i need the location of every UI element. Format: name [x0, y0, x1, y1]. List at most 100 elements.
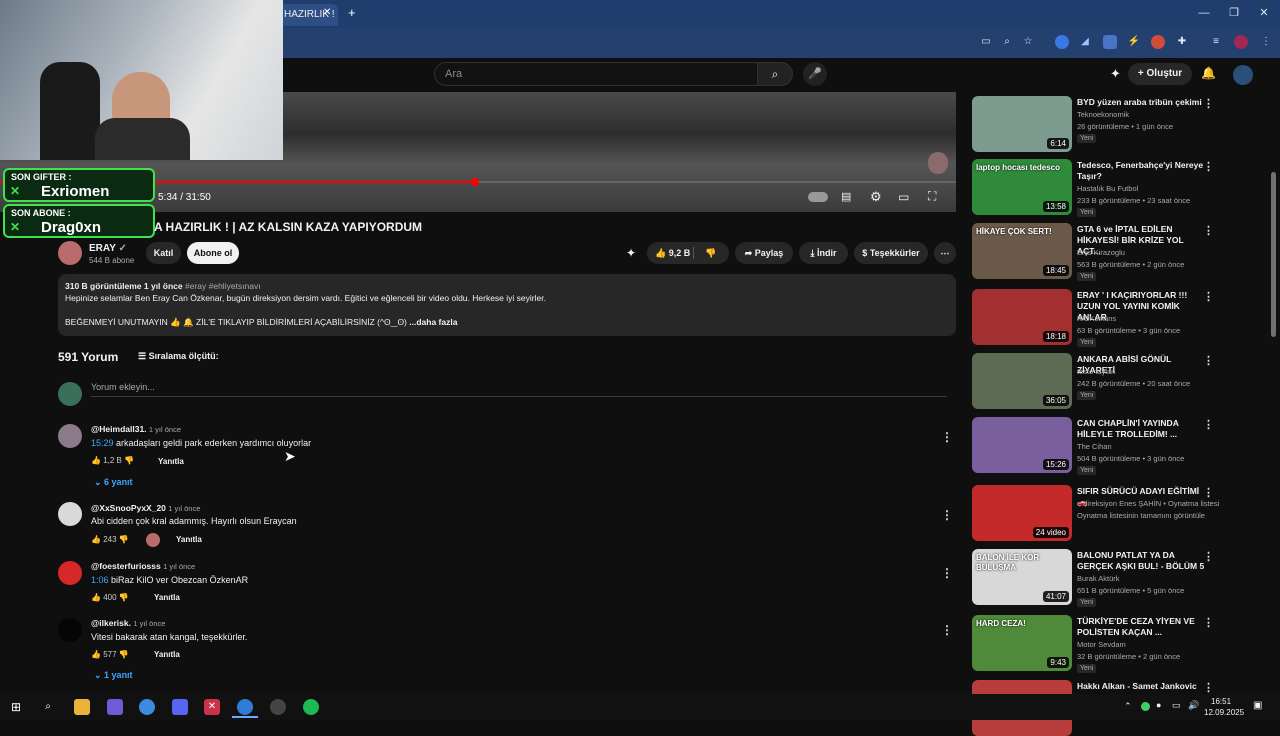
timestamp-link[interactable]: 15:29 — [91, 438, 114, 448]
comment-menu-icon[interactable]: ⋮ — [941, 623, 953, 637]
clock-time[interactable]: 16:51 — [1211, 697, 1231, 706]
related-channel[interactable]: Motor Sevdam — [1077, 640, 1126, 649]
related-thumbnail[interactable]: HARD CEZA! 9:43 — [972, 615, 1072, 671]
reply-button[interactable]: Yanıtla — [154, 650, 180, 659]
comment-menu-icon[interactable]: ⋮ — [941, 566, 953, 580]
related-channel[interactable]: Burak Aktürk — [1077, 574, 1120, 583]
subtitles-icon[interactable]: ▤ — [841, 190, 851, 203]
file-explorer-icon[interactable] — [74, 699, 90, 715]
channel-name[interactable]: ERAY ✓ — [89, 243, 127, 254]
thumbs-up-icon[interactable]: 👍 — [91, 650, 101, 659]
close-icon[interactable]: ✕ — [323, 7, 331, 18]
share-button[interactable]: ➦ Paylaş — [735, 242, 793, 264]
notification-icon[interactable]: ▣ — [1253, 700, 1262, 711]
reply-button[interactable]: Yanıtla — [154, 593, 180, 602]
related-title[interactable]: Tedesco, Fenerbahçe'yi Nereye Taşır? — [1077, 160, 1205, 182]
bell-icon[interactable]: 🔔 — [1201, 66, 1216, 80]
timestamp-link[interactable]: 1:06 — [91, 575, 109, 585]
related-thumbnail[interactable]: 15:26 — [972, 417, 1072, 473]
related-menu-icon[interactable]: ⋮ — [1203, 160, 1214, 173]
reply-button[interactable]: Yanıtla — [176, 535, 202, 544]
thumbs-up-icon[interactable]: 👍 — [91, 535, 101, 544]
profile-avatar[interactable] — [1234, 35, 1248, 49]
related-menu-icon[interactable]: ⋮ — [1203, 486, 1214, 499]
search-icon[interactable]: ⌕ — [40, 699, 56, 715]
show-more-link[interactable]: ...daha fazla — [409, 317, 457, 327]
related-menu-icon[interactable]: ⋮ — [1203, 97, 1214, 110]
tray-app-icon[interactable] — [1141, 702, 1150, 711]
related-menu-icon[interactable]: ⋮ — [1203, 290, 1214, 303]
spotify-icon[interactable] — [303, 699, 319, 715]
obs-icon[interactable] — [270, 699, 286, 715]
settings-gear-icon[interactable]: ⚙ — [870, 189, 882, 205]
scrollbar[interactable] — [1271, 172, 1276, 337]
join-button[interactable]: Katıl — [146, 242, 181, 264]
network-icon[interactable]: ▭ — [1172, 700, 1181, 711]
search-input[interactable]: Ara — [434, 62, 758, 86]
sort-button[interactable]: ☰ Sıralama ölçütü: — [138, 351, 219, 362]
comment-author[interactable]: @Heimdall31. 1 yıl önce — [91, 424, 181, 434]
related-channel[interactable]: Teknoekonomik — [1077, 110, 1129, 119]
bookmark-star-icon[interactable]: ☆ — [1021, 35, 1035, 49]
new-tab-button[interactable]: + — [348, 5, 356, 20]
thumbs-up-icon[interactable]: 👍 — [91, 593, 101, 602]
autoplay-toggle[interactable] — [808, 192, 828, 202]
premium-icon[interactable]: ✦ — [626, 246, 636, 260]
avatar[interactable] — [58, 424, 82, 448]
cast-icon[interactable]: ▭ — [979, 35, 993, 49]
avatar[interactable] — [58, 618, 82, 642]
related-title[interactable]: BALONU PATLAT YA DA GERÇEK AŞKI BUL! - B… — [1077, 550, 1205, 572]
create-button[interactable]: + Oluştur — [1128, 63, 1192, 85]
related-title[interactable]: BYD yüzen araba tribün çekimi — [1077, 97, 1205, 108]
comment-menu-icon[interactable]: ⋮ — [941, 430, 953, 444]
comment-author[interactable]: @foesterfuriosss 1 yıl önce — [91, 561, 195, 571]
extension-icon[interactable]: ⚡ — [1127, 35, 1141, 49]
account-avatar[interactable] — [1233, 65, 1253, 85]
related-title[interactable]: Hakkı Alkan - Samet Jankovic — [1077, 681, 1205, 692]
comment-input[interactable]: Yorum ekleyin... — [91, 382, 155, 392]
replies-toggle[interactable]: ⌄ 6 yanıt — [94, 477, 133, 488]
fullscreen-icon[interactable]: ⛶ — [928, 189, 936, 204]
thumbs-down-icon[interactable]: 👎 — [705, 242, 716, 264]
download-button[interactable]: ⤓ İndir — [799, 242, 848, 264]
related-channel[interactable]: The Cihan — [1077, 442, 1112, 451]
channel-avatar[interactable] — [58, 241, 82, 265]
comment-menu-icon[interactable]: ⋮ — [941, 508, 953, 522]
related-thumbnail[interactable]: HİKAYE ÇOK SERT! 18:45 — [972, 223, 1072, 279]
hashtags[interactable]: #eray #ehliyetsınavı — [185, 281, 261, 291]
thumbs-down-icon[interactable]: 👎 — [119, 650, 129, 659]
premium-icon[interactable]: ✦ — [1110, 66, 1121, 82]
extension-icon[interactable]: ◢ — [1078, 35, 1092, 49]
comment-author[interactable]: @ilkerisk. 1 yıl önce — [91, 618, 165, 628]
extension-icon[interactable] — [1055, 35, 1069, 49]
menu-icon[interactable]: ⋮ — [1259, 35, 1273, 49]
windows-start-icon[interactable]: ⊞ — [8, 699, 24, 715]
restore-icon[interactable]: ❐ — [1227, 6, 1241, 20]
related-channel[interactable]: Hastalık Bu Futbol — [1077, 184, 1138, 193]
minimize-icon[interactable]: — — [1197, 6, 1211, 20]
related-thumbnail[interactable]: 6:14 — [972, 96, 1072, 152]
avatar[interactable] — [58, 561, 82, 585]
copilot-icon[interactable] — [107, 699, 123, 715]
theater-mode-icon[interactable]: ▭ — [898, 190, 909, 204]
discord-icon[interactable] — [172, 699, 188, 715]
replies-toggle[interactable]: ⌄ 1 yanıt — [94, 670, 133, 681]
related-menu-icon[interactable]: ⋮ — [1203, 681, 1214, 694]
related-thumbnail[interactable]: laptop hocası tedesco 13:58 — [972, 159, 1072, 215]
related-thumbnail[interactable]: 24 video — [972, 485, 1072, 541]
mic-icon[interactable]: 🎤 — [803, 62, 827, 86]
reply-button[interactable]: Yanıtla — [158, 457, 184, 466]
related-title[interactable]: CAN CHAPLİN'İ YAYINDA HİLEYLE TROLLEDİM!… — [1077, 418, 1205, 440]
thumbs-down-icon[interactable]: 👎 — [119, 535, 129, 544]
related-channel[interactable]: KICKselans — [1077, 314, 1116, 323]
related-channel[interactable]: e direksiyon Enes ŞAHİN • Oynatma listes… — [1077, 499, 1219, 508]
zoom-icon[interactable]: ⌕ — [1000, 35, 1014, 49]
extension-icon[interactable] — [1103, 35, 1117, 49]
volume-icon[interactable]: 🔊 — [1188, 700, 1199, 711]
puzzle-icon[interactable]: ✚ — [1175, 35, 1189, 49]
related-menu-icon[interactable]: ⋮ — [1203, 550, 1214, 563]
thumbs-down-icon[interactable]: 👎 — [119, 593, 129, 602]
thanks-button[interactable]: $ Teşekkürler — [854, 242, 928, 264]
clock-date[interactable]: 12.09.2025 — [1204, 708, 1244, 717]
related-thumbnail[interactable]: 36:05 — [972, 353, 1072, 409]
